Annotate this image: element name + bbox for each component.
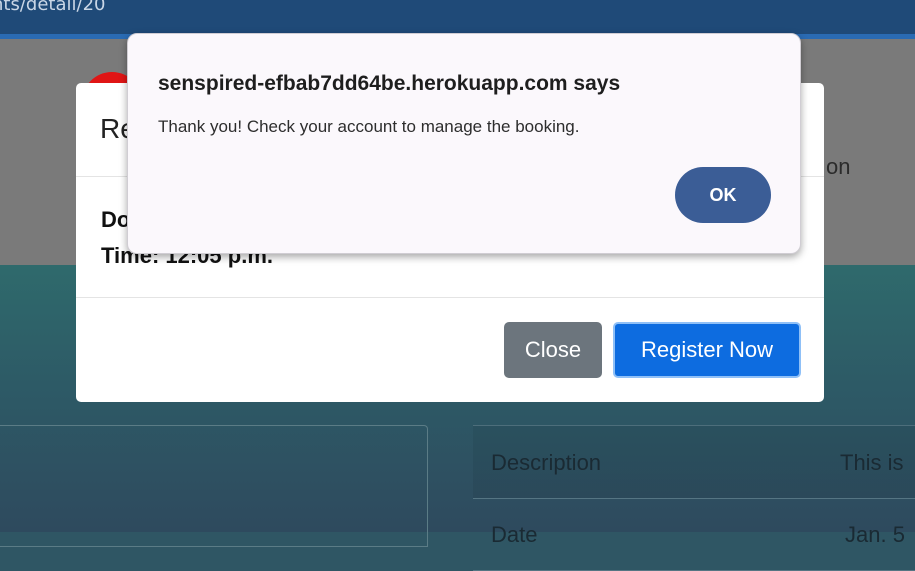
alert-message: Thank you! Check your account to manage … [158,117,580,136]
register-now-button[interactable]: Register Now [613,322,801,378]
table-cell-label: Description [491,450,602,475]
ok-button[interactable]: OK [675,167,771,223]
event-details-table: Description This is Date Jan. 5 [473,425,915,571]
close-button[interactable]: Close [504,322,602,378]
alert-title: senspired-efbab7dd64be.herokuapp.com say… [158,72,621,95]
address-url[interactable]: nts/detail/20 [0,0,105,15]
event-card [0,425,428,547]
table-cell-value: This is [840,450,904,475]
table-row: Description This is [473,425,915,499]
browser-alert-dialog: senspired-efbab7dd64be.herokuapp.com say… [127,33,801,254]
table-cell-value: Jan. 5 [845,522,905,547]
background-partial-text: on [826,154,851,179]
table-row: Date Jan. 5 [473,498,915,571]
table-cell-label: Date [491,522,538,547]
modal-date-text: Do [101,207,131,232]
